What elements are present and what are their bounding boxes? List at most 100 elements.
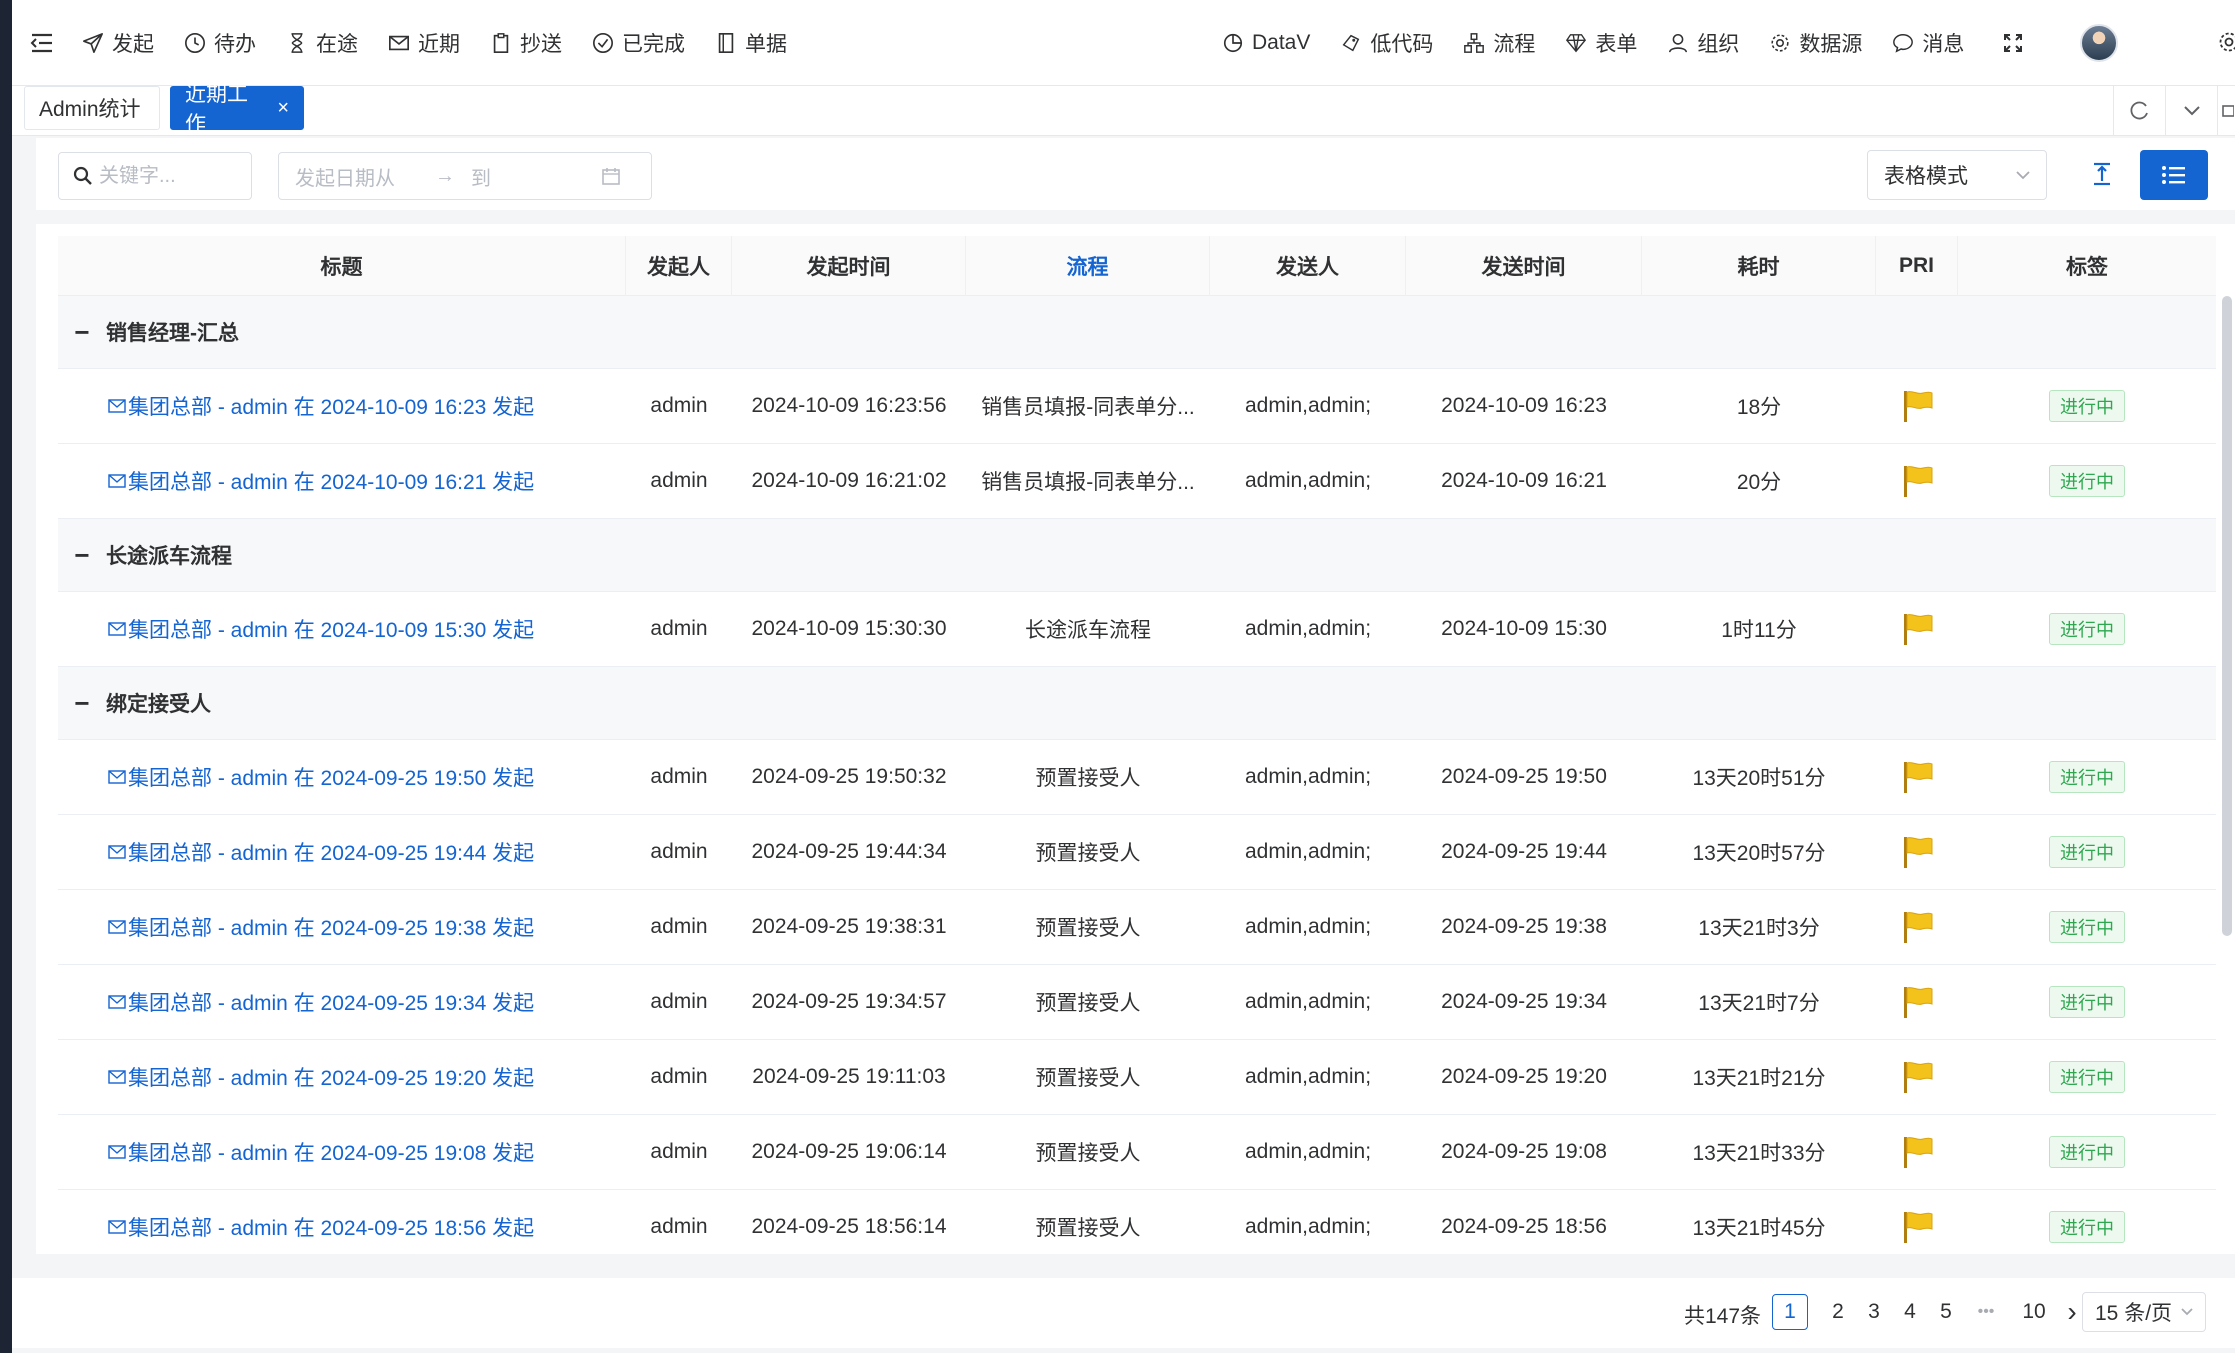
row-title-link[interactable]: 集团总部 - admin 在 2024-09-25 19:08 发起 — [58, 1137, 626, 1167]
settings-icon[interactable] — [2217, 30, 2235, 54]
nav-item-label: 发起 — [112, 32, 154, 56]
nav-item-cc[interactable]: 抄送 — [490, 28, 562, 58]
collapse-icon[interactable]: − — [58, 317, 106, 348]
row-title-link[interactable]: 集团总部 - admin 在 2024-09-25 19:20 发起 — [58, 1062, 626, 1092]
row-starter: admin — [650, 765, 708, 788]
row-flow: 预置接受人 — [1035, 1067, 1141, 1090]
nav-item-label: 组织 — [1697, 33, 1740, 56]
status-badge: 进行中 — [2049, 836, 2125, 868]
list-icon — [2162, 166, 2185, 184]
nav-item-datav[interactable]: DataV — [1222, 31, 1310, 55]
tab-dropdown-button[interactable] — [2165, 86, 2217, 136]
column-header-send-time[interactable]: 发送时间 — [1406, 236, 1642, 296]
nav-item-documents[interactable]: 单据 — [715, 28, 787, 58]
row-title-link[interactable]: 集团总部 - admin 在 2024-09-25 19:34 发起 — [58, 987, 626, 1017]
table-row[interactable]: 集团总部 - admin 在 2024-09-25 19:20 发起 admin 2… — [58, 1040, 2216, 1115]
nav-item-start[interactable]: 发起 — [82, 28, 154, 58]
group-row[interactable]: − 销售经理-汇总 — [58, 296, 2216, 369]
tab-tools — [2113, 86, 2235, 136]
collapse-icon[interactable]: − — [58, 688, 106, 719]
pagination: 共147条 1 2 3 4 5 ••• 10 › 15 条/页 — [12, 1278, 2235, 1348]
row-title-link[interactable]: 集团总部 - admin 在 2024-10-09 15:30 发起 — [58, 614, 626, 644]
nav-item-completed[interactable]: 已完成 — [592, 28, 685, 58]
page-button-2[interactable]: 2 — [1820, 1294, 1856, 1330]
row-starter: admin — [650, 617, 708, 640]
page-button-4[interactable]: 4 — [1892, 1294, 1928, 1330]
group-row[interactable]: − 长途派车流程 — [58, 519, 2216, 592]
row-title-link[interactable]: 集团总部 - admin 在 2024-09-25 19:44 发起 — [58, 837, 626, 867]
datav-icon — [1223, 33, 1243, 53]
page-button-1[interactable]: 1 — [1772, 1294, 1808, 1330]
flag-icon — [1904, 1062, 1933, 1093]
nav-item-todo[interactable]: 待办 — [184, 28, 256, 58]
nav-item-label: 消息 — [1922, 33, 1965, 56]
status-badge: 进行中 — [2049, 390, 2125, 422]
row-priority — [1876, 1059, 1958, 1095]
nav-item-recent[interactable]: 近期 — [388, 28, 460, 58]
fullscreen-icon[interactable] — [2000, 30, 2026, 56]
tab-admin-stats[interactable]: Admin统计 — [24, 86, 160, 130]
mail-icon — [108, 920, 126, 934]
nav-item-datasource[interactable]: 数据源 — [1769, 28, 1862, 58]
nav-item-lowcode[interactable]: 低代码 — [1340, 28, 1433, 58]
table-row[interactable]: 集团总部 - admin 在 2024-10-09 15:30 发起 admin 2… — [58, 592, 2216, 667]
column-header-priority[interactable]: PRI — [1876, 236, 1958, 296]
table-row[interactable]: 集团总部 - admin 在 2024-09-25 18:56 发起 admin 2… — [58, 1190, 2216, 1246]
page-button-3[interactable]: 3 — [1856, 1294, 1892, 1330]
nav-item-message[interactable]: 消息 — [1892, 28, 1964, 58]
filter-bar: 发起日期从 → 到 表格模式 — [36, 138, 2235, 210]
nav-item-label: 待办 — [214, 32, 256, 56]
column-header-starter[interactable]: 发起人 — [626, 236, 732, 296]
nav-item-flow[interactable]: 流程 — [1463, 28, 1535, 58]
gear-icon — [1771, 34, 1789, 52]
refresh-button[interactable] — [2113, 86, 2165, 136]
column-header-sender[interactable]: 发送人 — [1210, 236, 1406, 296]
vertical-scrollbar[interactable] — [2222, 296, 2232, 936]
table-row[interactable]: 集团总部 - admin 在 2024-09-25 19:38 发起 admin 2… — [58, 890, 2216, 965]
tab-recent-work[interactable]: 近期工作 × — [170, 83, 304, 136]
row-title-link[interactable]: 集团总部 - admin 在 2024-10-09 16:21 发起 — [58, 466, 626, 496]
expand-icon — [2221, 105, 2234, 117]
row-flow: 长途派车流程 — [1025, 619, 1151, 642]
page-size-select[interactable]: 15 条/页 — [2082, 1292, 2206, 1332]
flag-icon — [1904, 614, 1933, 645]
page-ellipsis[interactable]: ••• — [1968, 1294, 2004, 1330]
list-view-button[interactable] — [2140, 150, 2208, 200]
search-input[interactable] — [99, 164, 239, 188]
page-button-5[interactable]: 5 — [1928, 1294, 1964, 1330]
column-header-flow[interactable]: 流程 — [966, 236, 1210, 296]
row-start-time: 2024-09-25 19:50:32 — [751, 765, 947, 788]
avatar[interactable] — [2080, 24, 2119, 62]
date-range-picker[interactable]: 发起日期从 → 到 — [278, 152, 652, 200]
nav-item-form[interactable]: 表单 — [1565, 28, 1637, 58]
close-icon[interactable]: × — [277, 97, 289, 120]
page-button-last[interactable]: 10 — [2016, 1294, 2052, 1330]
row-title-link[interactable]: 集团总部 - admin 在 2024-10-09 16:23 发起 — [58, 391, 626, 421]
row-priority — [1876, 1209, 1958, 1245]
table-row[interactable]: 集团总部 - admin 在 2024-09-25 19:34 发起 admin 2… — [58, 965, 2216, 1040]
tab-label: Admin统计 — [39, 98, 141, 121]
view-mode-select[interactable]: 表格模式 — [1867, 150, 2047, 200]
mail-icon — [389, 35, 409, 50]
row-height-button[interactable] — [2082, 152, 2122, 196]
nav-item-org[interactable]: 组织 — [1667, 28, 1739, 58]
collapse-icon[interactable]: − — [58, 540, 106, 571]
column-header-tag[interactable]: 标签 — [1958, 236, 2216, 296]
row-title-link[interactable]: 集团总部 - admin 在 2024-09-25 19:38 发起 — [58, 912, 626, 942]
flag-icon — [1904, 466, 1933, 497]
table-row[interactable]: 集团总部 - admin 在 2024-09-25 19:08 发起 admin 2… — [58, 1115, 2216, 1190]
table-row[interactable]: 集团总部 - admin 在 2024-10-09 16:21 发起 admin 2… — [58, 444, 2216, 519]
nav-item-inprogress[interactable]: 在途 — [286, 28, 358, 58]
group-row[interactable]: − 绑定接受人 — [58, 667, 2216, 740]
row-title-link[interactable]: 集团总部 - admin 在 2024-09-25 18:56 发起 — [58, 1212, 626, 1242]
menu-toggle-icon[interactable] — [28, 29, 56, 57]
table-row[interactable]: 集团总部 - admin 在 2024-09-25 19:50 发起 admin 2… — [58, 740, 2216, 815]
row-title-link[interactable]: 集团总部 - admin 在 2024-09-25 19:50 发起 — [58, 762, 626, 792]
column-header-start-time[interactable]: 发起时间 — [732, 236, 966, 296]
column-header-title[interactable]: 标题 — [58, 236, 626, 296]
tab-expand-button[interactable] — [2217, 86, 2235, 136]
column-header-duration[interactable]: 耗时 — [1642, 236, 1876, 296]
nav-item-label: 已完成 — [622, 32, 685, 56]
table-row[interactable]: 集团总部 - admin 在 2024-10-09 16:23 发起 admin 2… — [58, 369, 2216, 444]
table-row[interactable]: 集团总部 - admin 在 2024-09-25 19:44 发起 admin 2… — [58, 815, 2216, 890]
